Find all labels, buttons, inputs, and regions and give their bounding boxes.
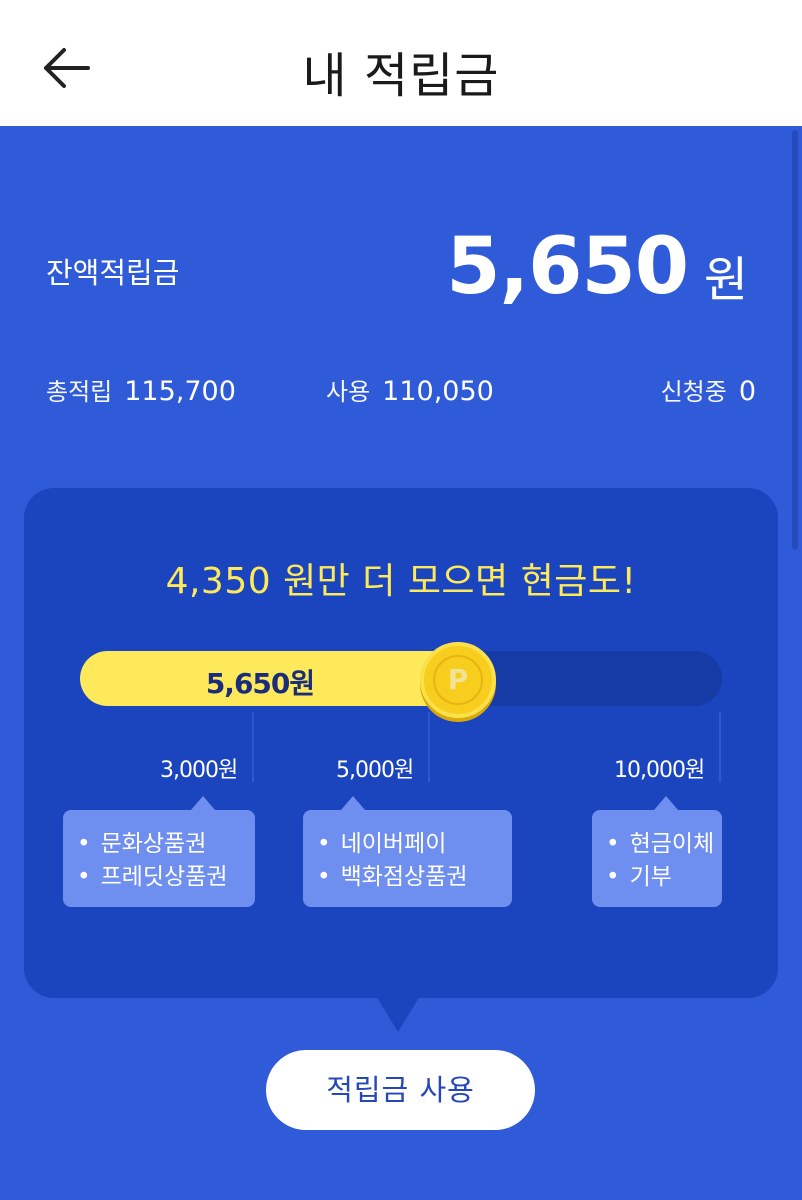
stat-total: 총적립 115,700 <box>46 372 236 407</box>
point-coin-icon: P <box>420 642 496 718</box>
stat-pending: 신청중 0 <box>661 372 756 407</box>
reward-bubble-3000: 문화상품권 프레딧상품권 <box>63 796 255 907</box>
stat-pending-value: 0 <box>738 376 756 407</box>
reward-item: 문화상품권 <box>77 828 255 861</box>
reward-bubble-5000: 네이버페이 백화점상품권 <box>303 796 512 907</box>
reward-item: 기부 <box>606 861 722 894</box>
milestone-label-3000: 3,000원 <box>160 758 238 783</box>
milestone-tick-3000 <box>252 712 254 782</box>
milestone-label-10000: 10,000원 <box>614 758 705 783</box>
balance-amount: 5,650 <box>446 222 689 312</box>
stat-total-value: 115,700 <box>124 376 236 407</box>
balance-label: 잔액적립금 <box>46 256 180 290</box>
progress-headline: 4,350 원만 더 모으면 현금도! <box>165 561 637 602</box>
stat-total-label: 총적립 <box>46 378 113 406</box>
app-header: 내 적립금 <box>0 0 802 126</box>
milestone-tick-5000 <box>428 712 430 782</box>
reward-item: 백화점상품권 <box>317 861 512 894</box>
balance-unit: 원 <box>703 252 748 308</box>
page-title: 내 적립금 <box>302 48 500 104</box>
milestone-tick-10000 <box>719 712 721 782</box>
reward-item: 네이버페이 <box>317 828 512 861</box>
reward-item: 현금이체 <box>606 828 722 861</box>
card-pointer <box>376 996 420 1032</box>
stat-pending-label: 신청중 <box>660 378 727 406</box>
reward-bubble-10000: 현금이체 기부 <box>592 796 722 907</box>
progress-current-label: 5,650원 <box>205 667 315 700</box>
stat-used-value: 110,050 <box>382 376 494 407</box>
milestone-label-5000: 5,000원 <box>336 758 414 783</box>
scrollbar[interactable] <box>792 130 798 550</box>
stat-used: 사용 110,050 <box>326 372 494 407</box>
use-points-button[interactable]: 적립금 사용 <box>266 1050 535 1130</box>
reward-item: 프레딧상품권 <box>77 861 255 894</box>
stat-used-label: 사용 <box>326 378 371 406</box>
